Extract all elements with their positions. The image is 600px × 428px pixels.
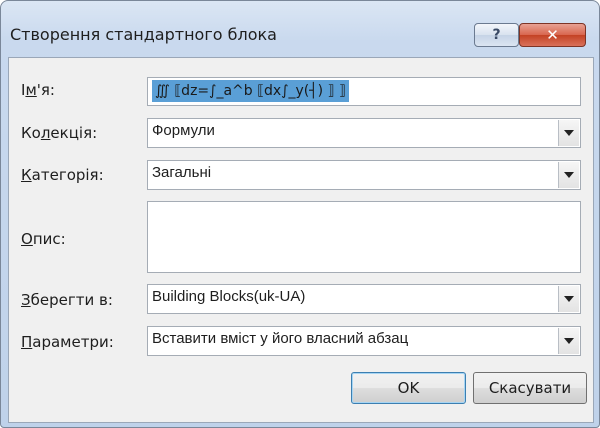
collection-label: Колекція: (21, 124, 98, 142)
options-value: Вставити вміст у його власний абзац (152, 330, 409, 347)
help-button[interactable]: ? (474, 23, 519, 47)
name-field-value: ∭ ⟦dz=∫_a^b ⟦dx∫_y(┤) ⟧ ⟧ (152, 80, 349, 102)
chevron-down-icon (564, 130, 574, 136)
name-label: Ім'я: (21, 81, 55, 99)
category-dropdown-button[interactable] (558, 162, 579, 188)
category-dropdown[interactable]: Загальні (147, 160, 581, 190)
chevron-down-icon (564, 338, 574, 344)
options-label: Параметри: (21, 333, 114, 351)
collection-dropdown-button[interactable] (558, 120, 579, 146)
title-bar[interactable]: Створення стандартного блока ? ✕ (1, 1, 599, 51)
chevron-down-icon (564, 172, 574, 178)
category-label: Категорія: (21, 166, 104, 184)
collection-dropdown[interactable]: Формули (147, 118, 581, 148)
description-field[interactable] (147, 201, 581, 273)
create-building-block-dialog: Створення стандартного блока ? ✕ Ім'я: ∭… (0, 0, 600, 428)
save-in-dropdown[interactable]: Building Blocks(uk-UA) (147, 284, 581, 314)
name-field[interactable]: ∭ ⟦dz=∫_a^b ⟦dx∫_y(┤) ⟧ ⟧ (147, 77, 581, 106)
ok-button[interactable]: OK (351, 372, 466, 404)
help-icon: ? (492, 27, 501, 43)
close-icon: ✕ (546, 26, 559, 44)
cancel-button[interactable]: Скасувати (473, 372, 587, 404)
save-in-value: Building Blocks(uk-UA) (152, 288, 306, 305)
dialog-title: Створення стандартного блока (10, 25, 277, 44)
collection-value: Формули (152, 122, 215, 139)
description-label: Опис: (21, 230, 66, 248)
chevron-down-icon (564, 296, 574, 302)
category-value: Загальні (152, 164, 212, 181)
options-dropdown[interactable]: Вставити вміст у його власний абзац (147, 326, 581, 356)
dialog-body: Ім'я: ∭ ⟦dz=∫_a^b ⟦dx∫_y(┤) ⟧ ⟧ Колекція… (8, 57, 594, 423)
save-in-dropdown-button[interactable] (558, 286, 579, 312)
save-in-label: Зберегти в: (21, 291, 113, 309)
options-dropdown-button[interactable] (558, 328, 579, 354)
close-button[interactable]: ✕ (519, 23, 586, 47)
